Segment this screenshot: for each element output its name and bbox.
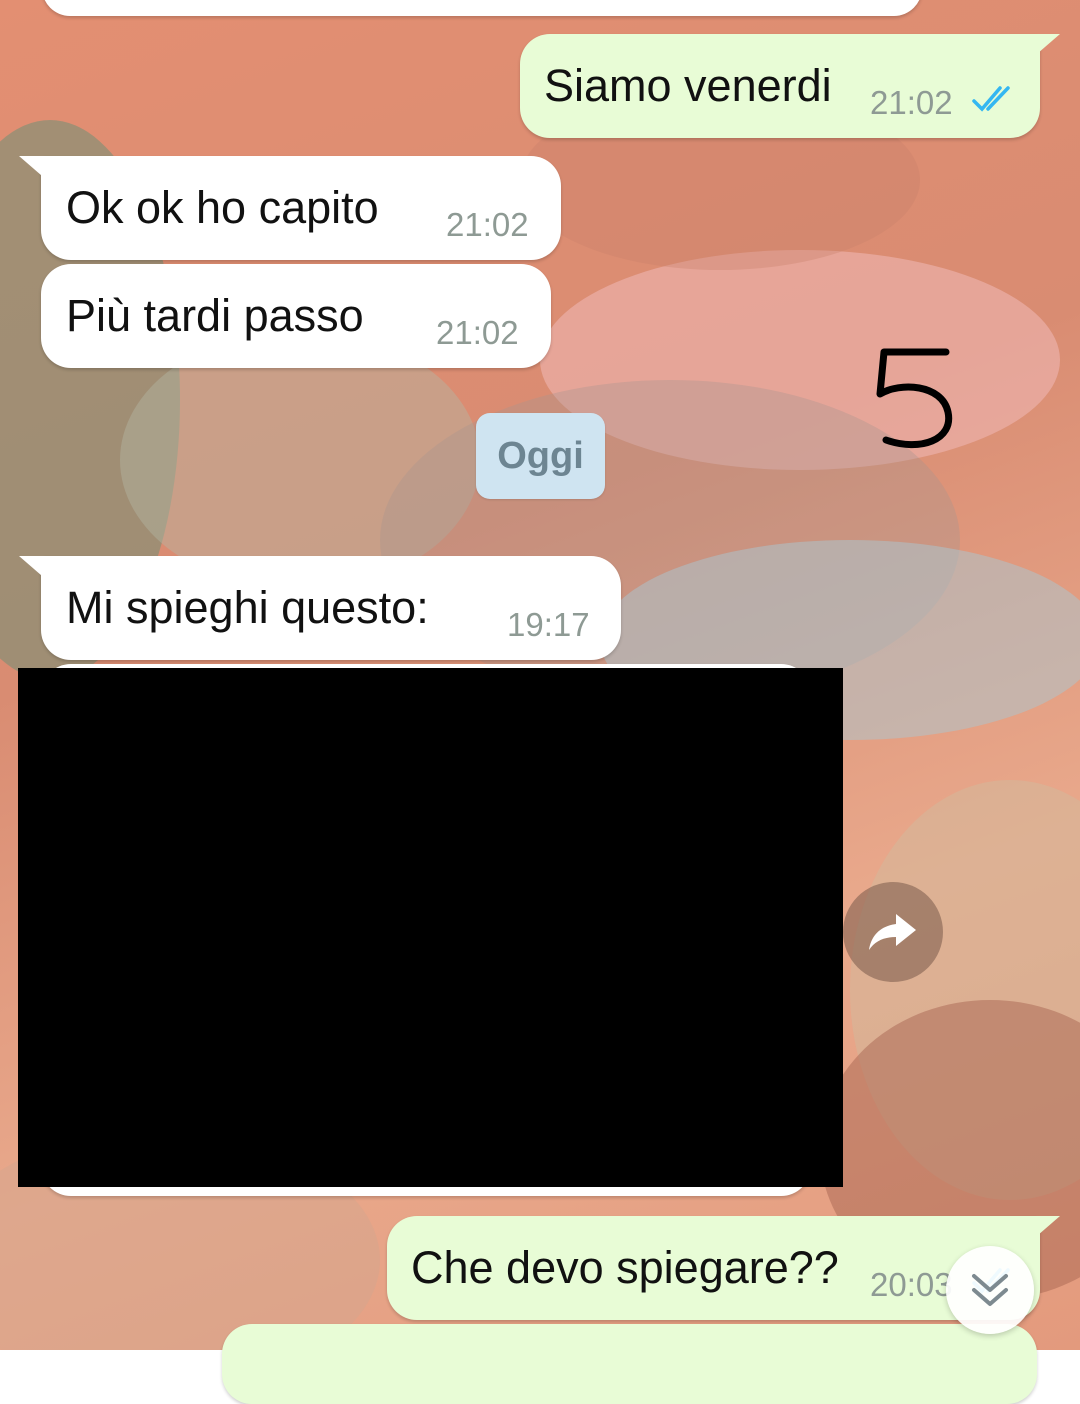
scroll-to-bottom-button[interactable] [946, 1246, 1034, 1334]
redacted-media [18, 668, 843, 1187]
message-text: Più tardi passo [66, 290, 364, 341]
bubble-tail [19, 156, 49, 182]
message-text: Mi spieghi questo: [66, 582, 429, 633]
bubble-tail [19, 556, 49, 582]
message-bubble-outgoing[interactable]: Che devo spiegare?? 20:03 [387, 1216, 1040, 1320]
bubble-tail [1030, 34, 1060, 60]
forward-button[interactable] [843, 882, 943, 982]
message-time: 21:02 [870, 84, 953, 121]
message-text: Siamo venerdi [544, 60, 832, 111]
message-bubble-outgoing[interactable]: Siamo venerdi 21:02 [520, 34, 1040, 138]
message-time: 19:17 [507, 606, 590, 643]
message-time: 21:02 [436, 314, 519, 351]
message-text: Che devo spiegare?? [411, 1242, 839, 1293]
forward-arrow-icon [869, 914, 916, 950]
double-check-icon [972, 86, 1010, 112]
annotation-number [876, 348, 953, 449]
message-bubble-partial[interactable] [42, 0, 922, 16]
message-bubble-partial[interactable] [222, 1324, 1037, 1404]
message-bubble-incoming[interactable]: Più tardi passo 21:02 [41, 264, 551, 368]
date-separator: Oggi [476, 413, 605, 499]
message-time: 20:03 [870, 1266, 953, 1303]
bubble-tail [1030, 1216, 1060, 1242]
message-bubble-incoming[interactable]: Mi spieghi questo: 19:17 [41, 556, 621, 660]
message-bubble-incoming[interactable]: Ok ok ho capito 21:02 [41, 156, 561, 260]
chevron-double-down-icon [972, 1274, 1008, 1306]
message-text: Ok ok ho capito [66, 182, 379, 233]
message-time: 21:02 [446, 206, 529, 243]
